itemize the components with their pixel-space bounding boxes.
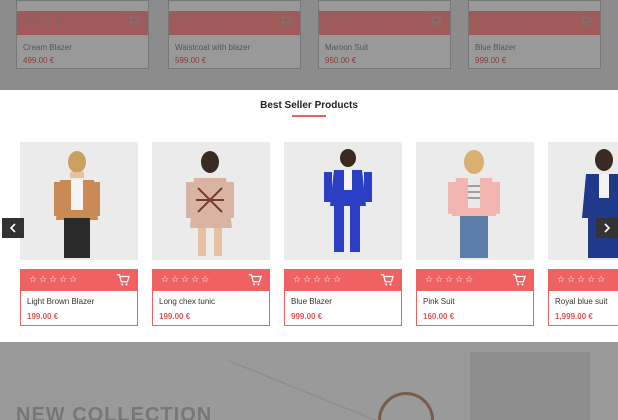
product-action-bar: ☆☆☆☆☆ xyxy=(152,269,270,291)
product-price: 160.00 € xyxy=(423,312,455,321)
model-light-brown-blazer-image xyxy=(54,151,100,258)
product-price: 950.00 € xyxy=(325,56,357,65)
product-action-bar: ☆☆☆☆☆ xyxy=(416,269,534,291)
product-name[interactable]: Pink Suit xyxy=(423,297,455,306)
product-image[interactable] xyxy=(152,142,270,260)
background-product-card[interactable]: ☆☆☆☆☆ Maroon Suit 950.00 € xyxy=(318,0,451,69)
cart-icon[interactable] xyxy=(278,14,292,28)
star-rating: ☆☆☆☆☆ xyxy=(326,15,377,25)
background-products-row: ★★★★☆ Cream Blazer 499.00 € ☆☆☆☆☆ Waistc… xyxy=(0,0,618,90)
product-name[interactable]: Maroon Suit xyxy=(325,43,368,52)
cart-icon[interactable] xyxy=(512,273,526,287)
product-info: Long chex tunic 199.00 € xyxy=(152,291,270,326)
background-product-card[interactable]: ★★★★☆ Cream Blazer 499.00 € xyxy=(16,0,149,69)
product-info: Royal blue suit 1,999.00 € xyxy=(548,291,618,326)
product-price: 199.00 € xyxy=(159,312,191,321)
banner-heading: NEW COLLECTION xyxy=(16,404,213,420)
product-price: 499.00 € xyxy=(23,56,55,65)
product-name[interactable]: Waistcoat with blazer xyxy=(175,43,250,52)
background-product-card[interactable]: ☆☆☆☆☆ Waistcoat with blazer 599.00 € xyxy=(168,0,301,69)
banner-image xyxy=(470,352,590,420)
section-title: Best Seller Products xyxy=(260,100,358,111)
product-price: 999.00 € xyxy=(475,56,507,65)
product-price: 199.00 € xyxy=(27,312,59,321)
star-rating[interactable]: ☆☆☆☆☆ xyxy=(161,274,211,285)
cart-icon[interactable] xyxy=(116,273,130,287)
product-image[interactable] xyxy=(20,142,138,260)
product-card[interactable]: ☆☆☆☆☆ Pink Suit 160.00 € xyxy=(416,142,534,326)
product-price: 599.00 € xyxy=(175,56,207,65)
star-rating[interactable]: ☆☆☆☆☆ xyxy=(557,274,607,285)
star-rating[interactable]: ☆☆☆☆☆ xyxy=(293,274,343,285)
product-price: 999.00 € xyxy=(291,312,323,321)
product-image[interactable] xyxy=(416,142,534,260)
chevron-left-icon xyxy=(9,223,16,233)
cart-icon[interactable] xyxy=(126,14,140,28)
model-long-chex-tunic-image xyxy=(186,151,234,256)
product-card[interactable]: ☆☆☆☆☆ Light Brown Blazer 199.00 € xyxy=(20,142,138,326)
product-info: Blue Blazer 999.00 € xyxy=(284,291,402,326)
best-seller-section: Best Seller Products ☆☆☆☆☆ Light Brown B… xyxy=(0,90,618,342)
star-rating[interactable]: ☆☆☆☆☆ xyxy=(425,274,475,285)
product-name[interactable]: Blue Blazer xyxy=(291,297,332,306)
cart-icon[interactable] xyxy=(380,273,394,287)
star-rating: ★★★★☆ xyxy=(24,15,75,25)
product-image[interactable] xyxy=(284,142,402,260)
star-rating[interactable]: ☆☆☆☆☆ xyxy=(29,274,79,285)
title-underline xyxy=(292,115,326,117)
model-pink-suit-image xyxy=(448,150,500,258)
cart-icon[interactable] xyxy=(248,273,262,287)
cart-icon[interactable] xyxy=(578,14,592,28)
product-name[interactable]: Cream Blazer xyxy=(23,43,72,52)
star-rating: ☆☆☆☆☆ xyxy=(476,15,527,25)
product-card[interactable]: ☆☆☆☆☆ Long chex tunic 199.00 € xyxy=(152,142,270,326)
product-action-bar: ☆☆☆☆☆ xyxy=(548,269,618,291)
cart-icon[interactable] xyxy=(428,14,442,28)
product-card[interactable]: ☆☆☆☆☆ Blue Blazer 999.00 € xyxy=(284,142,402,326)
product-name[interactable]: Royal blue suit xyxy=(555,297,607,306)
background-product-card[interactable]: ☆☆☆☆☆ Blue Blazer 999.00 € xyxy=(468,0,601,69)
model-blue-blazer-image xyxy=(324,149,372,252)
product-info: Light Brown Blazer 199.00 € xyxy=(20,291,138,326)
product-name[interactable]: Light Brown Blazer xyxy=(27,297,94,306)
carousel-next-button[interactable] xyxy=(596,218,618,238)
product-name[interactable]: Long chex tunic xyxy=(159,297,215,306)
product-action-bar: ☆☆☆☆☆ xyxy=(284,269,402,291)
product-price: 1,999.00 € xyxy=(555,312,593,321)
carousel-prev-button[interactable] xyxy=(2,218,24,238)
product-image[interactable] xyxy=(548,142,618,260)
chevron-right-icon xyxy=(604,223,611,233)
product-name[interactable]: Blue Blazer xyxy=(475,43,516,52)
product-info: Pink Suit 160.00 € xyxy=(416,291,534,326)
model-royal-blue-suit-image xyxy=(582,149,618,258)
star-rating: ☆☆☆☆☆ xyxy=(176,15,227,25)
product-action-bar: ☆☆☆☆☆ xyxy=(20,269,138,291)
